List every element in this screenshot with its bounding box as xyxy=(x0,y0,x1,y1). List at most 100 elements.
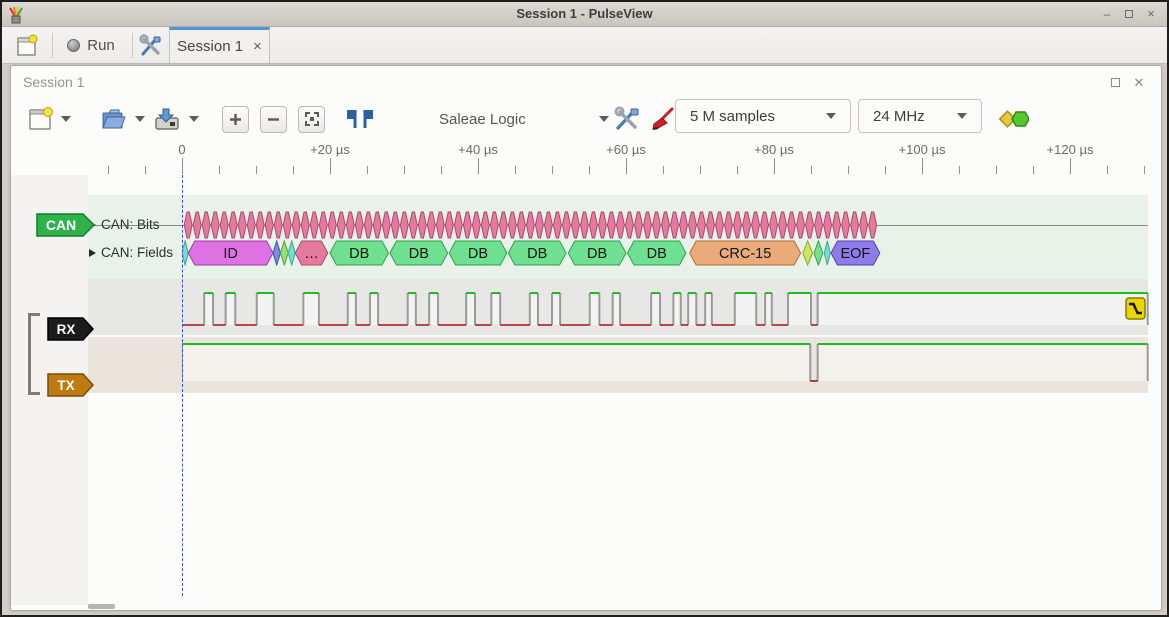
ruler-tick xyxy=(441,166,442,174)
high-pulse xyxy=(303,293,319,325)
device-select[interactable]: Saleae Logic xyxy=(439,99,609,139)
can-bit-annotation xyxy=(716,212,724,238)
can-bit-annotation xyxy=(373,212,381,238)
signal-tag-rx[interactable]: RX xyxy=(47,317,95,341)
can-bit-annotation xyxy=(779,212,787,238)
new-file-dropdown-arrow[interactable] xyxy=(61,116,71,122)
save-dropdown-arrow[interactable] xyxy=(189,116,199,122)
can-field-label: DB xyxy=(409,246,429,262)
zoom-out-icon xyxy=(266,112,281,127)
high-pulse xyxy=(491,293,500,325)
can-bit-annotation xyxy=(238,212,246,238)
can-field-annotation xyxy=(288,241,295,265)
can-bit-annotation xyxy=(824,212,832,238)
can-field-label: EOF xyxy=(840,246,870,262)
session-setup-button[interactable] xyxy=(136,30,166,61)
dock-float-button[interactable] xyxy=(1107,75,1123,90)
show-cursors-button[interactable] xyxy=(345,99,375,139)
ruler-label: +80 µs xyxy=(754,142,794,157)
high-pulse xyxy=(818,344,1148,381)
time-ruler[interactable]: 0+20 µs+40 µs+60 µs+80 µs+100 µs+120 µs xyxy=(11,140,1161,175)
high-pulse xyxy=(408,293,416,325)
high-pulse xyxy=(257,293,274,325)
can-field-label: DB xyxy=(587,246,607,262)
can-bits-annotations xyxy=(182,211,1152,239)
sample-rate-arrow xyxy=(957,113,967,119)
can-bit-annotation xyxy=(842,212,850,238)
high-pulse xyxy=(348,293,356,325)
high-pulse xyxy=(590,293,600,325)
ruler-label: +20 µs xyxy=(310,142,350,157)
new-file-button[interactable] xyxy=(27,99,71,139)
horizontal-scrollbar[interactable] xyxy=(88,604,115,609)
sample-count-combo[interactable]: 5 M samples xyxy=(675,99,851,133)
high-pulse xyxy=(530,293,538,325)
ruler-label: +60 µs xyxy=(606,142,646,157)
save-button[interactable] xyxy=(153,99,199,139)
can-bit-annotation xyxy=(725,212,733,238)
ruler-tick xyxy=(1107,166,1108,174)
tab-session-1[interactable]: Session 1 × xyxy=(169,27,270,63)
rx-trace xyxy=(182,279,1152,335)
ruler-tick xyxy=(182,158,183,174)
new-session-button[interactable] xyxy=(10,30,44,61)
can-bit-annotation xyxy=(445,212,453,238)
can-bit-annotation xyxy=(580,212,588,238)
run-label: Run xyxy=(87,37,115,54)
session-toolbar: Saleae Logic 5 M samples 24 MHz xyxy=(11,99,1161,139)
sample-rate-combo[interactable]: 24 MHz xyxy=(858,99,982,133)
device-config-icon xyxy=(613,106,641,132)
maximize-icon xyxy=(1125,10,1133,18)
can-bit-annotation xyxy=(851,212,859,238)
can-field-label: DB xyxy=(468,246,488,262)
can-bit-annotation xyxy=(292,212,300,238)
can-bit-annotation xyxy=(707,212,715,238)
open-file-button[interactable] xyxy=(99,99,145,139)
ruler-tick xyxy=(404,166,405,174)
high-pulse xyxy=(182,344,810,381)
row-expander-fields[interactable] xyxy=(89,249,96,257)
can-bit-annotation xyxy=(229,212,237,238)
app-window: { "window": { "title": "Session 1 - Puls… xyxy=(0,0,1169,617)
trigger-falling-edge-icon[interactable] xyxy=(1125,297,1146,320)
ruler-tick xyxy=(108,166,109,174)
can-bit-annotation xyxy=(869,212,877,238)
ruler-tick xyxy=(478,158,479,174)
channels-button[interactable] xyxy=(648,99,676,139)
dock-close-button[interactable]: ✕ xyxy=(1131,75,1147,91)
zoom-out-button[interactable] xyxy=(260,99,287,139)
open-file-dropdown-arrow[interactable] xyxy=(135,116,145,122)
dock-title: Session 1 xyxy=(23,74,84,90)
device-config-button[interactable] xyxy=(613,99,641,139)
add-decoder-button[interactable] xyxy=(999,99,1029,139)
main-toolbar: Run Session 1 × xyxy=(2,27,1167,64)
run-button[interactable]: Run xyxy=(58,30,124,61)
zoom-in-button[interactable] xyxy=(222,99,249,139)
can-bit-annotation xyxy=(761,212,769,238)
save-icon xyxy=(153,105,181,133)
can-bit-annotation xyxy=(247,212,255,238)
device-dropdown-arrow xyxy=(599,116,609,122)
can-field-label: CRC-15 xyxy=(719,246,771,262)
can-bit-annotation xyxy=(508,212,516,238)
can-bit-annotation xyxy=(517,212,525,238)
can-bit-annotation xyxy=(184,212,192,238)
close-button[interactable]: × xyxy=(1143,8,1159,22)
decoder-tag-can[interactable]: CAN xyxy=(36,213,96,237)
zoom-fit-button[interactable] xyxy=(298,99,325,139)
maximize-button[interactable] xyxy=(1121,8,1137,22)
can-bit-annotation xyxy=(202,212,210,238)
high-pulse xyxy=(370,293,378,325)
tab-close-icon[interactable]: × xyxy=(253,38,262,55)
channel-group-bracket[interactable] xyxy=(28,313,40,395)
ruler-tick xyxy=(293,166,294,174)
signal-tag-tx[interactable]: TX xyxy=(47,373,95,397)
can-bit-annotation xyxy=(472,212,480,238)
can-bit-annotation xyxy=(427,212,435,238)
can-bit-annotation xyxy=(265,212,273,238)
minimize-button[interactable]: – xyxy=(1099,8,1115,22)
svg-text:RX: RX xyxy=(57,322,76,337)
window-title: Session 1 - PulseView xyxy=(2,6,1167,21)
can-bit-annotation xyxy=(193,212,201,238)
can-bit-annotation xyxy=(770,212,778,238)
